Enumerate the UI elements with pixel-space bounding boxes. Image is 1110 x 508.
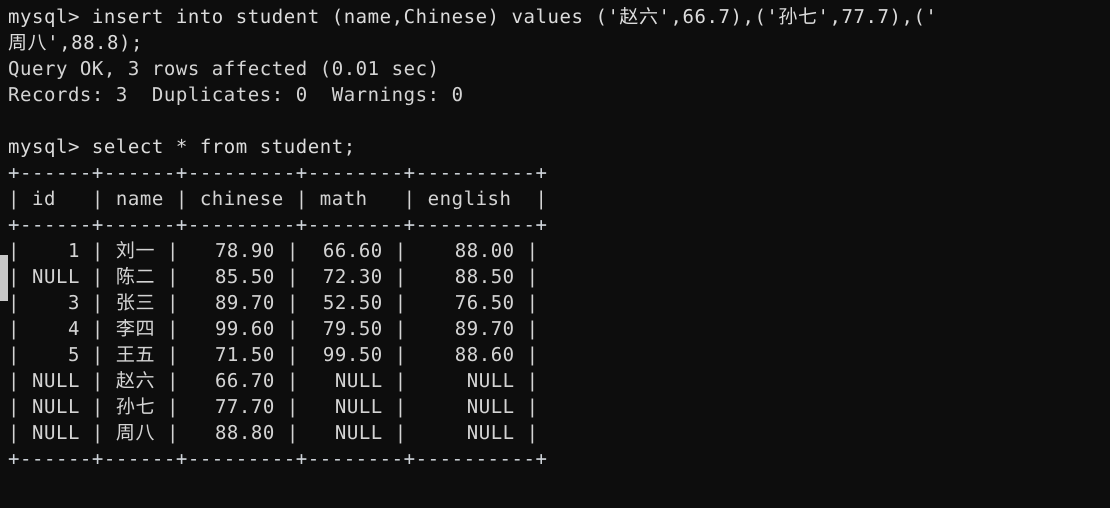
console-line-result-records: Records: 3 Duplicates: 0 Warnings: 0 <box>8 84 464 106</box>
console-line-table-row-4: | 4 | 李四 | 99.60 | 79.50 | 89.70 | <box>8 318 539 340</box>
console-line-table-rule-top: +------+------+---------+--------+------… <box>8 162 548 184</box>
console-line-spacer-1 <box>8 108 937 134</box>
console-line-cmd-insert-2: 周八',88.8); <box>8 32 144 54</box>
console-line-table-row-6: | NULL | 赵六 | 66.70 | NULL | NULL | <box>8 370 539 392</box>
console-line-table-row-7: | NULL | 孙七 | 77.70 | NULL | NULL | <box>8 396 539 418</box>
console-line-table-rule-mid: +------+------+---------+--------+------… <box>8 214 548 236</box>
terminal-window[interactable]: mysql> insert into student (name,Chinese… <box>0 0 1110 508</box>
console-text-stream[interactable]: mysql> insert into student (name,Chinese… <box>8 4 937 472</box>
vertical-scrollbar-thumb[interactable] <box>0 255 8 301</box>
console-line-table-row-2: | NULL | 陈二 | 85.50 | 72.30 | 88.50 | <box>8 266 539 288</box>
console-line-cmd-insert-1: mysql> insert into student (name,Chinese… <box>8 6 938 28</box>
console-line-table-row-5: | 5 | 王五 | 71.50 | 99.50 | 88.60 | <box>8 344 539 366</box>
console-line-table-header: | id | name | chinese | math | english | <box>8 188 548 210</box>
console-line-table-row-1: | 1 | 刘一 | 78.90 | 66.60 | 88.00 | <box>8 240 539 262</box>
console-line-table-rule-bottom: +------+------+---------+--------+------… <box>8 448 548 470</box>
vertical-scrollbar-track[interactable] <box>0 0 8 508</box>
console-line-table-row-8: | NULL | 周八 | 88.80 | NULL | NULL | <box>8 422 539 444</box>
console-line-table-row-3: | 3 | 张三 | 89.70 | 52.50 | 76.50 | <box>8 292 539 314</box>
console-line-cmd-select: mysql> select * from student; <box>8 136 356 158</box>
console-line-result-query-ok: Query OK, 3 rows affected (0.01 sec) <box>8 58 440 80</box>
